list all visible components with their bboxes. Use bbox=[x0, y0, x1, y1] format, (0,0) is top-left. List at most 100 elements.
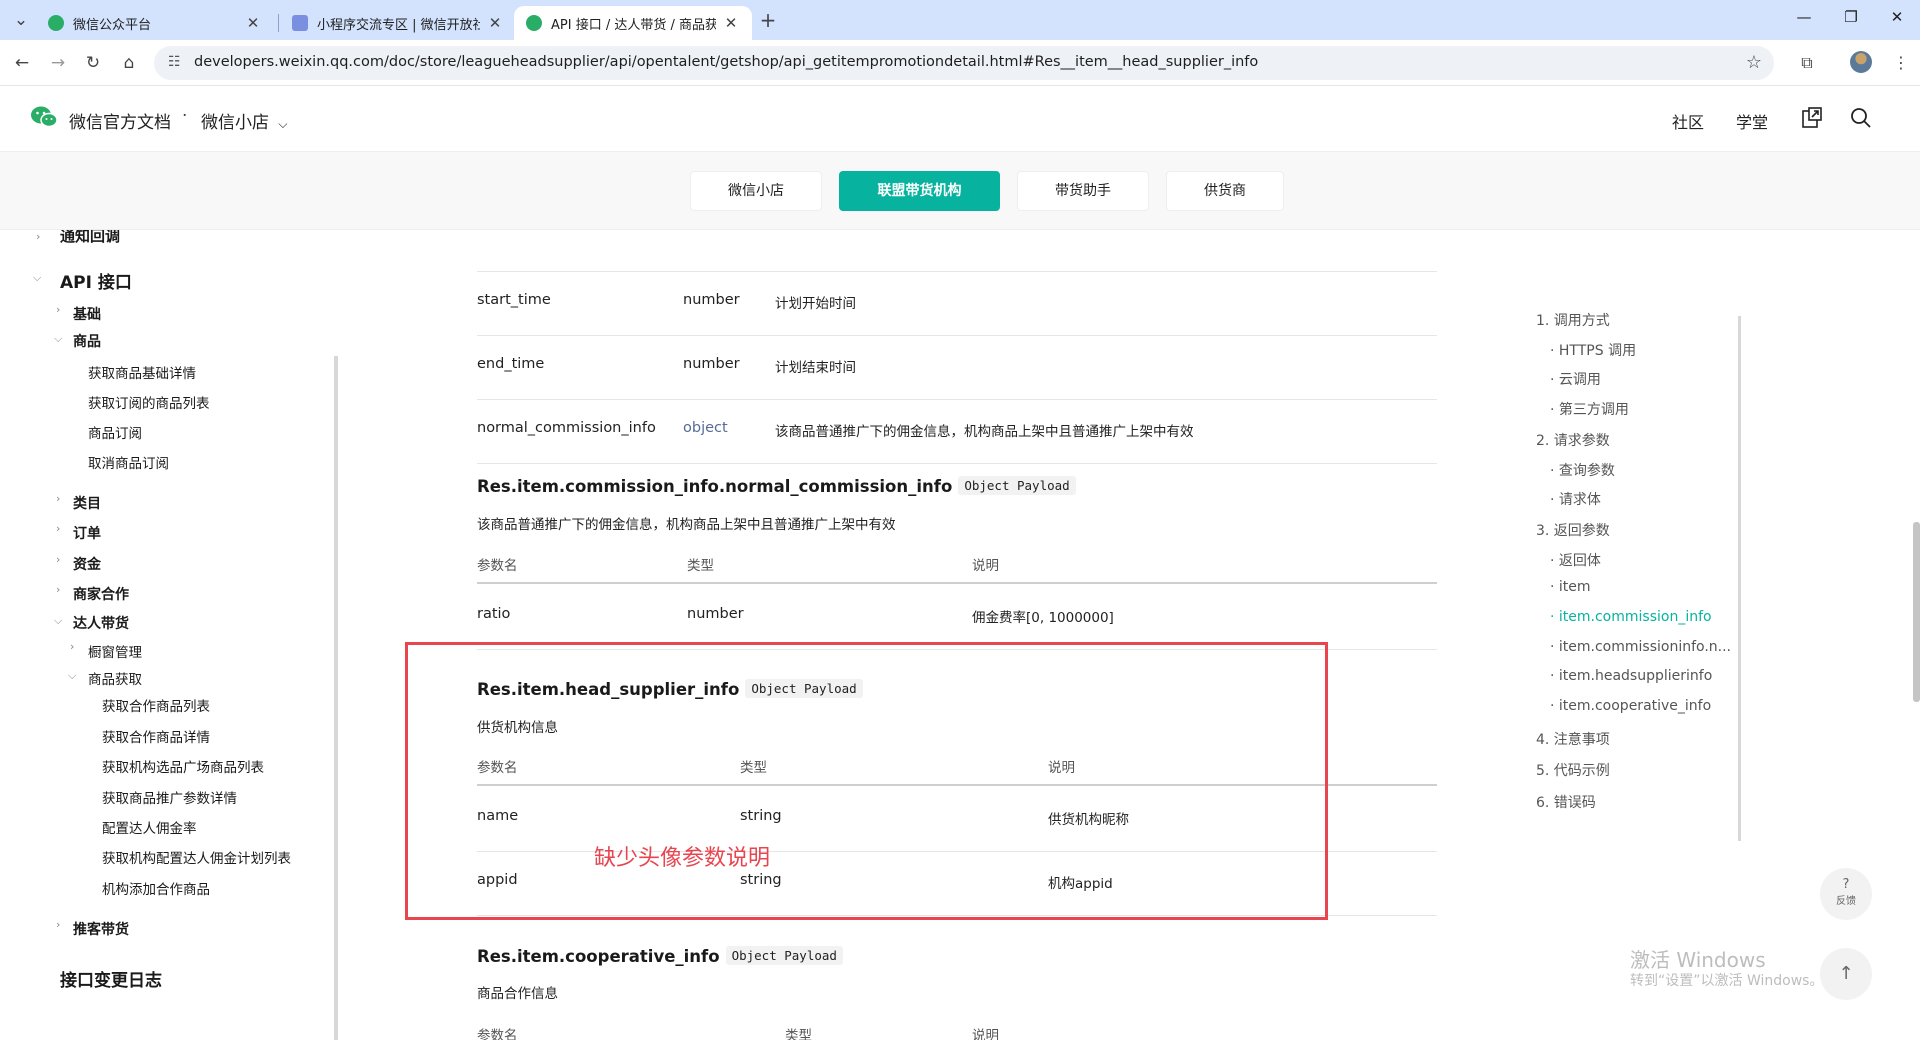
subnav-sales-assistant[interactable]: 带货助手 bbox=[1017, 171, 1149, 211]
header-desc: 说明 bbox=[972, 1028, 999, 1040]
profile-avatar[interactable] bbox=[1850, 51, 1872, 73]
param-type: number bbox=[683, 292, 740, 308]
sidebar-item-recommend[interactable]: 推客带货 bbox=[73, 919, 129, 939]
minimize-icon[interactable]: — bbox=[1784, 8, 1824, 26]
miniprogram-toggle-icon[interactable] bbox=[1800, 106, 1824, 130]
home-icon[interactable]: ⌂ bbox=[116, 50, 142, 76]
param-name: end_time bbox=[477, 356, 545, 372]
sidebar-item-talent[interactable]: 达人带货 bbox=[73, 613, 129, 633]
sidebar-item-api[interactable]: API 接口 bbox=[60, 268, 132, 293]
reload-icon[interactable]: ↻ bbox=[80, 50, 106, 76]
sidebar-item-fund[interactable]: 资金 bbox=[73, 554, 101, 574]
sidebar-item-order[interactable]: 订单 bbox=[73, 523, 101, 543]
tab-separator bbox=[278, 14, 279, 32]
sidebar-item-getgoods[interactable]: 商品获取 bbox=[88, 668, 142, 688]
toc-item[interactable]: · item.commission_info bbox=[1550, 609, 1712, 625]
toc-item[interactable]: · 返回体 bbox=[1550, 550, 1601, 570]
wechat-favicon-icon bbox=[526, 15, 542, 31]
close-tab-icon[interactable]: ✕ bbox=[486, 14, 504, 32]
product-dropdown[interactable]: 微信小店 ⌵ bbox=[201, 108, 288, 133]
chevron-right-icon: › bbox=[56, 303, 61, 316]
community-link[interactable]: 社区 bbox=[1672, 109, 1704, 133]
sidebar-item-getgoods-6[interactable]: 获取机构配置达人佣金计划列表 bbox=[102, 847, 291, 867]
sidebar-item-goods-2[interactable]: 获取订阅的商品列表 bbox=[88, 392, 210, 412]
toc-item[interactable]: · 第三方调用 bbox=[1550, 399, 1629, 419]
product-label: 微信小店 bbox=[201, 113, 269, 133]
chevron-down-icon: ⌵ bbox=[54, 332, 63, 345]
toc-item[interactable]: · item.cooperative_info bbox=[1550, 698, 1711, 714]
new-tab-button[interactable]: + bbox=[755, 7, 781, 33]
sidebar-item-getgoods-4[interactable]: 获取商品推广参数详情 bbox=[102, 787, 237, 807]
header-param-name: 参数名 bbox=[477, 1028, 518, 1040]
toc-item[interactable]: 2. 请求参数 bbox=[1536, 430, 1610, 450]
sidebar-item-merchant[interactable]: 商家合作 bbox=[73, 584, 129, 604]
tab-search-button[interactable]: ⌄ bbox=[8, 7, 34, 33]
bookmark-star-icon[interactable]: ☆ bbox=[1746, 52, 1762, 73]
subnav-league-agency[interactable]: 联盟带货机构 bbox=[839, 171, 1000, 211]
search-icon[interactable] bbox=[1849, 106, 1873, 130]
param-type-link[interactable]: object bbox=[683, 420, 728, 436]
site-brand[interactable]: 微信官方文档 bbox=[69, 108, 171, 133]
table-header: 参数名 类型 说明 bbox=[477, 544, 1437, 584]
toc-scrollbar[interactable] bbox=[1738, 316, 1741, 841]
toc-item[interactable]: 5. 代码示例 bbox=[1536, 760, 1610, 780]
toc-item[interactable]: 3. 返回参数 bbox=[1536, 520, 1610, 540]
sidebar-item-changelog[interactable]: 接口变更日志 bbox=[60, 966, 162, 991]
toc-item[interactable]: · item.commissioninfo.n... bbox=[1550, 639, 1731, 655]
sidebar-item-basic[interactable]: 基础 bbox=[73, 304, 101, 324]
category-subnav: 微信小店 联盟带货机构 带货助手 供货商 bbox=[0, 152, 1920, 230]
browser-tab-2[interactable]: 小程序交流专区 | 微信开放社区 ✕ bbox=[280, 6, 516, 40]
sidebar-item-getgoods-3[interactable]: 获取机构选品广场商品列表 bbox=[102, 756, 264, 776]
sidebar-item-getgoods-5[interactable]: 配置达人佣金率 bbox=[102, 817, 197, 837]
close-tab-icon[interactable]: ✕ bbox=[722, 14, 740, 32]
brand-separator: · bbox=[182, 106, 188, 126]
menu-dots-icon[interactable]: ⋮ bbox=[1888, 50, 1914, 76]
toc-item[interactable]: · 请求体 bbox=[1550, 489, 1601, 509]
extensions-icon[interactable]: ⧉ bbox=[1794, 50, 1820, 76]
param-desc: 该商品普通推广下的佣金信息，机构商品上架中且普通推广上架中有效 bbox=[775, 424, 1194, 440]
chevron-down-icon: ⌵ bbox=[278, 117, 288, 131]
sidebar-item-getgoods-2[interactable]: 获取合作商品详情 bbox=[102, 726, 210, 746]
toc-item[interactable]: · 查询参数 bbox=[1550, 460, 1615, 480]
back-to-top-button[interactable]: ↑ bbox=[1820, 948, 1872, 1000]
toc-item[interactable]: 4. 注意事项 bbox=[1536, 729, 1610, 749]
browser-tab-3-active[interactable]: API 接口 / 达人带货 / 商品获取 ✕ bbox=[514, 6, 752, 40]
toc-item[interactable]: 6. 错误码 bbox=[1536, 792, 1596, 812]
feedback-button[interactable]: ? 反馈 bbox=[1820, 868, 1872, 920]
sidebar-item-getgoods-1[interactable]: 获取合作商品列表 bbox=[102, 695, 210, 715]
close-window-icon[interactable]: ✕ bbox=[1877, 8, 1917, 26]
sidebar-item-goods-4[interactable]: 取消商品订阅 bbox=[88, 452, 169, 472]
sidebar-item-notify[interactable]: 通知回调 bbox=[60, 230, 120, 246]
toc-item[interactable]: · item.headsupplierinfo bbox=[1550, 668, 1712, 684]
sidebar-item-goods-1[interactable]: 获取商品基础详情 bbox=[88, 362, 196, 382]
subnav-supplier[interactable]: 供货商 bbox=[1166, 171, 1284, 211]
subnav-weixin-store[interactable]: 微信小店 bbox=[690, 171, 822, 211]
page-scrollbar[interactable] bbox=[1913, 522, 1920, 702]
sidebar-item-getgoods-7[interactable]: 机构添加合作商品 bbox=[102, 878, 210, 898]
academy-link[interactable]: 学堂 bbox=[1736, 109, 1768, 133]
toc-item[interactable]: · HTTPS 调用 bbox=[1550, 340, 1636, 360]
wechat-favicon-icon bbox=[48, 15, 64, 31]
sidebar-item-goods[interactable]: 商品 bbox=[73, 331, 101, 351]
sidebar-item-goods-3[interactable]: 商品订阅 bbox=[88, 422, 142, 442]
param-type: number bbox=[687, 606, 744, 622]
browser-tab-1[interactable]: 微信公众平台 ✕ bbox=[36, 6, 274, 40]
object-payload-tag: Object Payload bbox=[725, 946, 843, 965]
url-field[interactable]: ☷ developers.weixin.qq.com/doc/store/lea… bbox=[154, 46, 1774, 80]
restore-icon[interactable]: ❐ bbox=[1831, 8, 1871, 26]
back-icon[interactable]: ← bbox=[9, 50, 35, 76]
section-title-cooperative: Res.item.cooperative_info Object Payload bbox=[477, 946, 843, 966]
sidebar-item-window[interactable]: 橱窗管理 bbox=[88, 641, 142, 661]
section-title-text: Res.item.commission_info.normal_commissi… bbox=[477, 477, 953, 496]
toc-item[interactable]: · item bbox=[1550, 579, 1591, 595]
section-desc: 商品合作信息 bbox=[477, 986, 558, 1002]
forward-icon[interactable]: → bbox=[45, 50, 71, 76]
section-title-text: Res.item.cooperative_info bbox=[477, 947, 720, 966]
close-tab-icon[interactable]: ✕ bbox=[244, 14, 262, 32]
site-info-icon[interactable]: ☷ bbox=[168, 54, 181, 70]
toc-item[interactable]: 1. 调用方式 bbox=[1536, 310, 1610, 330]
table-row: start_time number 计划开始时间 bbox=[477, 272, 1437, 336]
sidebar-item-category[interactable]: 类目 bbox=[73, 493, 101, 513]
windows-activation-watermark: 激活 Windows bbox=[1630, 948, 1766, 972]
toc-item[interactable]: · 云调用 bbox=[1550, 369, 1601, 389]
